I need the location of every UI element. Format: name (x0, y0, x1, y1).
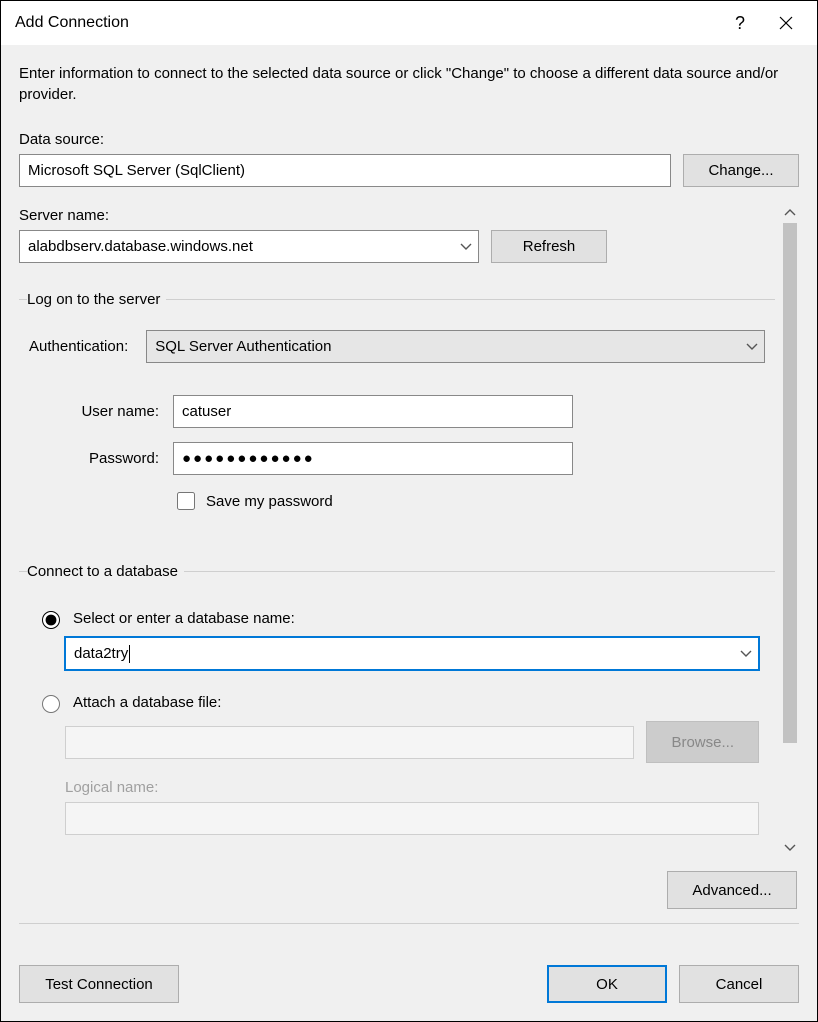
chevron-down-icon (740, 650, 752, 658)
titlebar: Add Connection ? (1, 1, 817, 45)
chevron-down-icon (460, 243, 472, 251)
connect-db-legend: Connect to a database (27, 563, 184, 580)
separator (19, 923, 799, 924)
select-db-radio[interactable] (42, 611, 60, 629)
authentication-value: SQL Server Authentication (155, 338, 331, 355)
text-caret (129, 645, 130, 663)
vertical-scrollbar[interactable] (781, 203, 799, 857)
dialog-content: Enter information to connect to the sele… (1, 45, 817, 951)
password-field[interactable]: ●●●●●●●●●●●● (173, 442, 573, 475)
select-db-label: Select or enter a database name: (73, 610, 295, 627)
authentication-combo[interactable]: SQL Server Authentication (146, 330, 765, 363)
save-password-checkbox[interactable] (177, 492, 195, 510)
logical-name-label: Logical name: (65, 779, 759, 796)
close-button[interactable] (763, 1, 809, 45)
scroll-thumb[interactable] (783, 223, 797, 743)
scroll-down-arrow[interactable] (781, 839, 799, 857)
intro-text: Enter information to connect to the sele… (19, 63, 799, 105)
test-connection-button[interactable]: Test Connection (19, 965, 179, 1003)
data-source-field[interactable] (19, 154, 671, 187)
help-button[interactable]: ? (717, 1, 763, 45)
data-source-label: Data source: (19, 131, 799, 148)
attach-db-label: Attach a database file: (73, 694, 221, 711)
ok-button[interactable]: OK (547, 965, 667, 1003)
database-name-combo[interactable]: data2try (65, 637, 759, 670)
server-name-value: alabdbserv.database.windows.net (28, 238, 253, 255)
refresh-button[interactable]: Refresh (491, 230, 607, 263)
close-icon (779, 16, 793, 30)
server-name-combo[interactable]: alabdbserv.database.windows.net (19, 230, 479, 263)
cancel-button[interactable]: Cancel (679, 965, 799, 1003)
logical-name-field (65, 802, 759, 835)
change-button[interactable]: Change... (683, 154, 799, 187)
database-name-value: data2try (74, 645, 128, 662)
dialog-title: Add Connection (15, 14, 717, 32)
username-field[interactable] (173, 395, 573, 428)
logon-group: Log on to the server Authentication: SQL… (19, 291, 775, 535)
logon-legend: Log on to the server (27, 291, 166, 308)
dialog-footer: Test Connection OK Cancel (1, 951, 817, 1021)
server-name-label: Server name: (19, 207, 775, 224)
username-label: User name: (29, 403, 159, 420)
advanced-button[interactable]: Advanced... (667, 871, 797, 909)
scroll-up-arrow[interactable] (781, 203, 799, 221)
attach-file-field (65, 726, 634, 759)
chevron-down-icon (746, 343, 758, 351)
browse-button: Browse... (646, 721, 759, 763)
password-label: Password: (29, 450, 159, 467)
add-connection-dialog: Add Connection ? Enter information to co… (0, 0, 818, 1022)
attach-db-radio[interactable] (42, 695, 60, 713)
connect-db-group: Connect to a database Select or enter a … (19, 563, 775, 857)
authentication-label: Authentication: (29, 338, 128, 355)
save-password-label: Save my password (206, 493, 333, 510)
